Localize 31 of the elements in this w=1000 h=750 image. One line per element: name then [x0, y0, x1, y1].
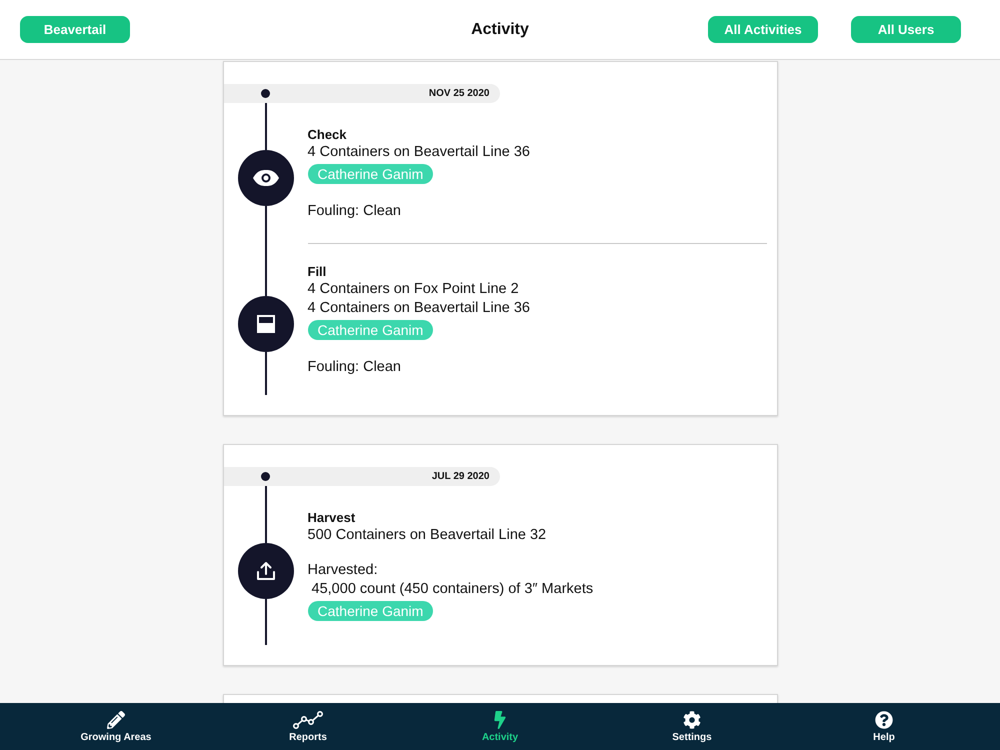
pencil-icon [107, 710, 125, 728]
activity-text: 45,000 count (450 containers) of 3″ Markets [310, 580, 594, 599]
upload-icon [256, 561, 276, 582]
nav-tab[interactable]: Reports [212, 703, 404, 750]
activity-note: Fouling: Clean [308, 358, 401, 377]
timeline-dot [260, 472, 270, 481]
eye-icon [252, 168, 280, 187]
line-chart-icon [293, 710, 323, 728]
user-tag: Catherine Ganim [308, 164, 434, 184]
nav-tab[interactable]: Growing Areas [20, 703, 212, 750]
activity-text: 4 Containers on Beavertail Line 36 [308, 143, 530, 162]
activity-note: Harvested: [308, 561, 378, 580]
date-label: JUL 29 2020 [432, 471, 490, 482]
settings-icon [683, 710, 701, 728]
square-icon [256, 315, 274, 334]
activity-title: Check [308, 127, 347, 142]
activity-text: 500 Containers on Beavertail Line 32 [308, 526, 546, 545]
nav-tab[interactable]: Settings [596, 703, 788, 750]
user-tag: Catherine Ganim [308, 601, 434, 621]
activity-title: Harvest [308, 510, 356, 525]
activity-title: Fill [308, 264, 326, 279]
timeline-dot [260, 89, 270, 98]
activity-text: 4 Containers on Fox Point Line 2 [308, 280, 519, 299]
activity-text: 4 Containers on Beavertail Line 36 [308, 299, 530, 318]
user-tag: Catherine Ganim [308, 320, 434, 340]
nav-tab[interactable]: Activity [404, 703, 596, 750]
activity-note: Fouling: Clean [308, 202, 401, 221]
date-label: NOV 25 2020 [428, 88, 490, 99]
nav-tab[interactable]: Help [788, 703, 980, 750]
page-title: Activity [471, 20, 529, 38]
help-icon [875, 710, 893, 728]
